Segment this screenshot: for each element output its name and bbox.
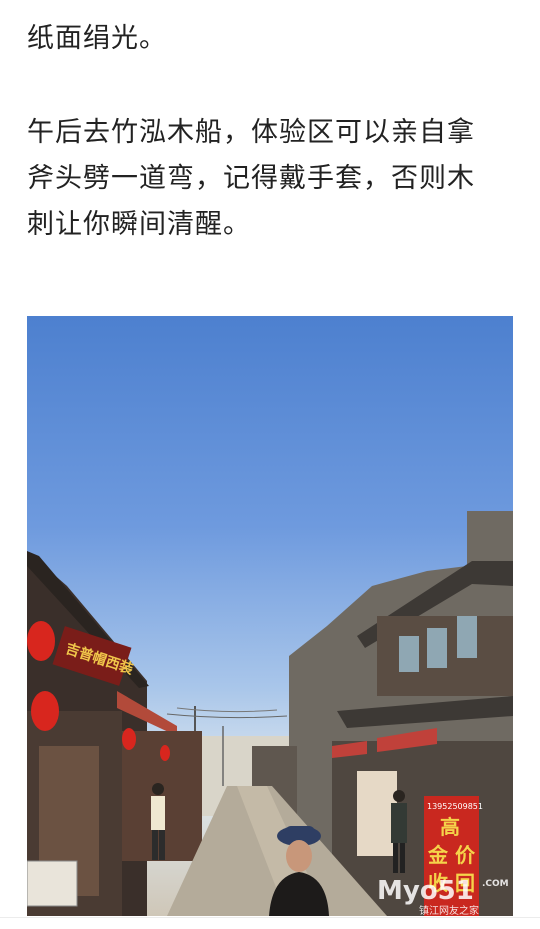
watermark-brand: Myo51 — [377, 876, 474, 906]
window — [457, 616, 477, 658]
red-lantern — [27, 621, 55, 661]
window — [427, 628, 447, 668]
power-line — [166, 713, 288, 719]
watermark-domain: .COM — [482, 879, 509, 889]
sign-text: 高 — [440, 815, 460, 839]
watermark-subtitle: 镇江网友之家 — [419, 904, 479, 916]
red-lantern — [122, 728, 136, 750]
street-photo-illustration: 吉普帽西装 13952509851 高 金 价 收 回 Myo51 .COM 镇… — [27, 511, 513, 916]
divider — [0, 917, 540, 918]
sign-text: 金 价 — [427, 843, 476, 867]
red-lantern — [31, 691, 59, 731]
article-paragraph: 纸面绢光。 — [27, 23, 167, 54]
plastic-crate — [27, 860, 78, 907]
article-paragraph: 午后去竹泓木船，体验区可以亲自拿斧头劈一道弯，记得戴手套，否则木刺让你瞬间清醒。 — [27, 117, 475, 240]
red-lantern — [160, 745, 170, 761]
window — [399, 636, 419, 672]
street-photo[interactable]: 吉普帽西装 13952509851 高 金 价 收 回 Myo51 .COM 镇… — [27, 316, 513, 916]
power-line — [176, 707, 278, 713]
sign-phone-number: 13952509851 — [427, 802, 483, 811]
